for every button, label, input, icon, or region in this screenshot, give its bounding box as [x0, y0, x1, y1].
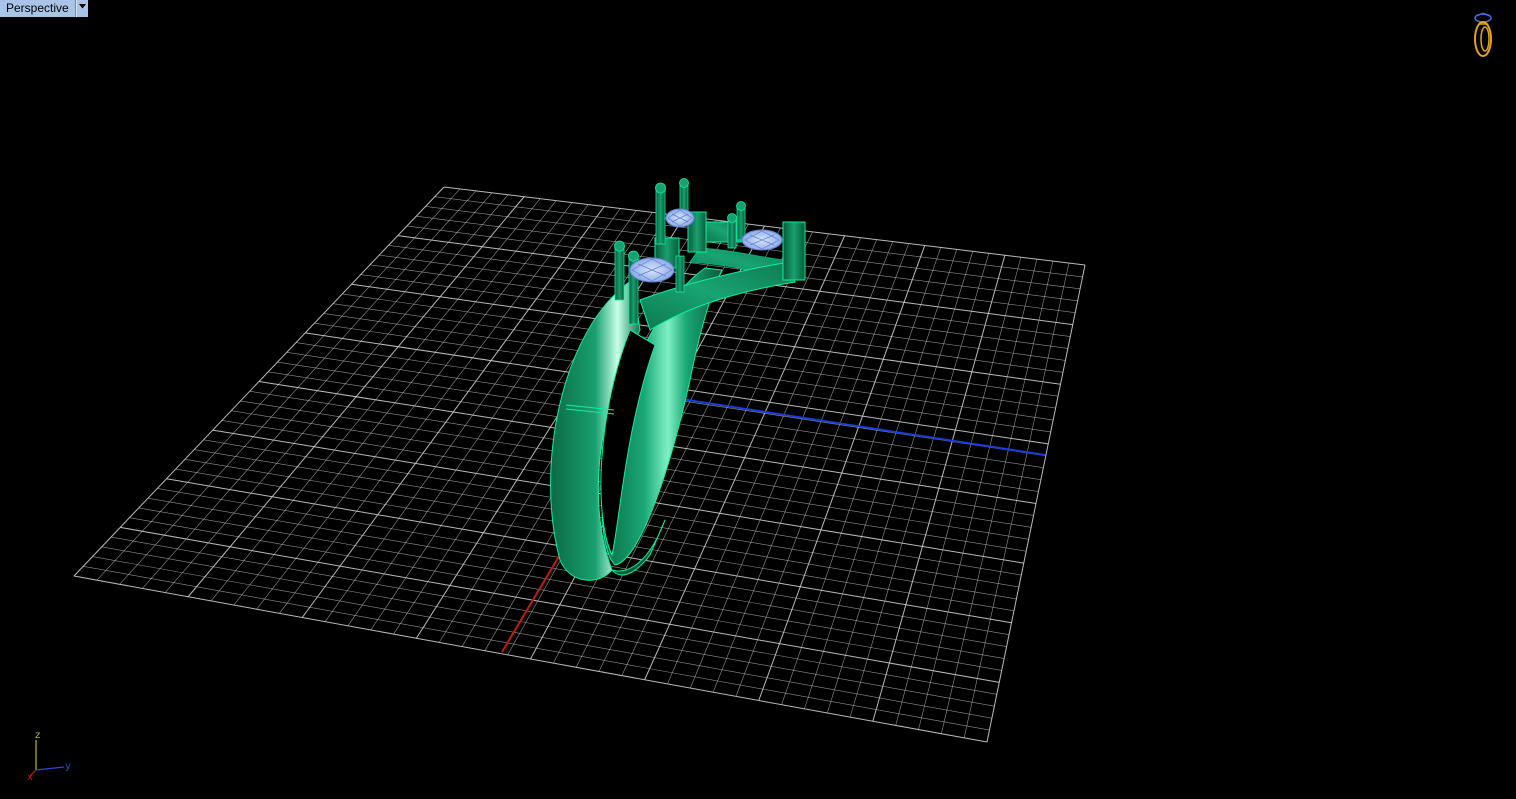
viewport-title[interactable]: Perspective [0, 0, 76, 17]
grid-line [110, 536, 997, 695]
axis-x-label: x [27, 772, 33, 783]
grid-line [92, 556, 992, 719]
grid-line [73, 575, 988, 743]
grid-line [83, 565, 990, 731]
world-y-axis [654, 394, 1046, 456]
axis-triad: z y x [22, 728, 78, 784]
3d-scene[interactable] [0, 0, 1516, 799]
ring-navigation-icon[interactable] [1466, 10, 1500, 62]
ring-model[interactable] [550, 178, 806, 581]
grid-line [941, 261, 1054, 734]
viewport-perspective[interactable]: Perspective z y x [0, 0, 1516, 799]
axis-y-label: y [65, 761, 71, 772]
grid-line [872, 255, 1006, 722]
grid-line [986, 264, 1086, 743]
axis-z-label: z [35, 730, 41, 741]
viewport-tab[interactable]: Perspective [0, 0, 88, 17]
grid-line [918, 259, 1038, 730]
dropdown-arrow-icon[interactable] [75, 0, 88, 17]
grid-line [101, 546, 995, 707]
grid-line [963, 262, 1070, 738]
